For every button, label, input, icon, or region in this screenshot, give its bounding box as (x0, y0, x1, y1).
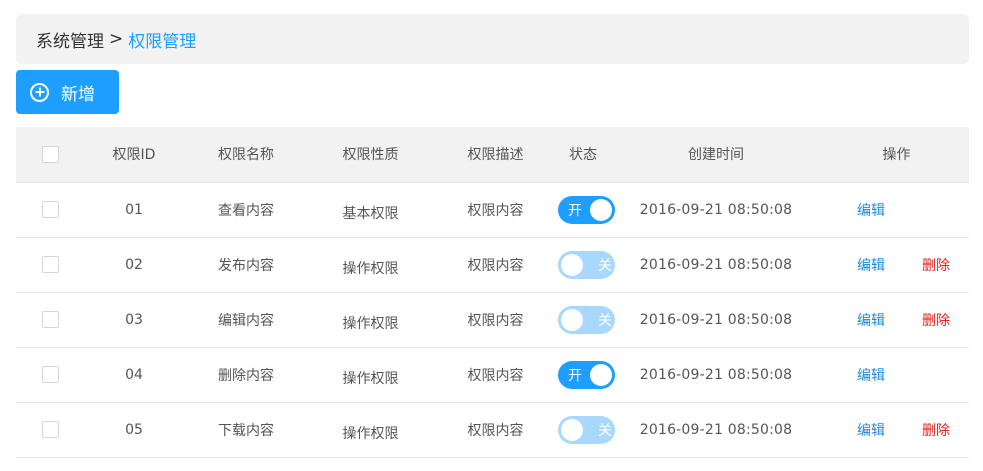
row-checkbox[interactable] (41, 311, 59, 328)
delete-link[interactable]: 删除 (922, 255, 950, 275)
row-checkbox[interactable] (41, 256, 59, 273)
edit-link[interactable]: 编辑 (857, 310, 885, 330)
status-toggle[interactable]: 关 (558, 250, 615, 279)
status-toggle-label: 关 (598, 422, 612, 439)
cell-nature: 操作权限 (342, 260, 399, 277)
cell-ops: 编辑 删除 (824, 402, 969, 458)
column-header-name: 权限名称 (184, 127, 308, 183)
table-row: 04 删除内容 操作权限 权限内容 开 2016-09-21 08:50:08 … (16, 347, 969, 403)
cell-id: 02 (84, 237, 184, 293)
cell-nature-wrap: 操作权限 (308, 347, 433, 403)
cell-name: 编辑内容 (184, 292, 308, 348)
status-toggle-label: 关 (598, 312, 612, 329)
cell-created: 2016-09-21 08:50:08 (608, 237, 824, 293)
cell-created: 2016-09-21 08:50:08 (608, 182, 824, 238)
add-button-label: 新增 (61, 84, 95, 105)
toggle-knob (561, 253, 583, 276)
cell-ops: 编辑 删除 (824, 237, 969, 293)
column-header-nature: 权限性质 (308, 127, 433, 183)
column-header-id: 权限ID (84, 127, 184, 183)
toggle-knob (561, 308, 583, 331)
status-toggle-label: 开 (568, 202, 582, 219)
cell-ops: 编辑 (824, 347, 969, 403)
select-all-column (16, 127, 84, 183)
permission-table: 权限ID 权限名称 权限性质 权限描述 状态 创建时间 操作 01 查看内容 基… (16, 127, 969, 458)
edit-link[interactable]: 编辑 (857, 255, 885, 275)
cell-nature-wrap: 基本权限 (308, 182, 433, 238)
cell-id: 03 (84, 292, 184, 348)
breadcrumb-current: 权限管理 (128, 31, 197, 52)
row-checkbox[interactable] (41, 421, 59, 438)
table-row: 02 发布内容 操作权限 权限内容 关 2016-09-21 08:50:08 … (16, 237, 969, 293)
edit-link[interactable]: 编辑 (857, 200, 885, 220)
cell-created: 2016-09-21 08:50:08 (608, 292, 824, 348)
cell-name: 发布内容 (184, 237, 308, 293)
column-header-desc: 权限描述 (433, 127, 558, 183)
cell-desc: 权限内容 (433, 237, 558, 293)
cell-nature: 基本权限 (342, 205, 399, 222)
table-header-row: 权限ID 权限名称 权限性质 权限描述 状态 创建时间 操作 (16, 127, 969, 183)
edit-link[interactable]: 编辑 (857, 365, 885, 385)
column-header-ops: 操作 (824, 127, 969, 183)
column-header-status: 状态 (558, 127, 608, 183)
cell-desc: 权限内容 (433, 402, 558, 458)
cell-nature-wrap: 操作权限 (308, 402, 433, 458)
breadcrumb: 系统管理 > 权限管理 (16, 14, 969, 64)
status-toggle-label: 关 (598, 257, 612, 274)
cell-created: 2016-09-21 08:50:08 (608, 402, 824, 458)
edit-link[interactable]: 编辑 (857, 420, 885, 440)
cell-ops: 编辑 删除 (824, 292, 969, 348)
plus-circle-icon (30, 82, 49, 102)
cell-nature: 操作权限 (342, 370, 399, 387)
table-row: 01 查看内容 基本权限 权限内容 开 2016-09-21 08:50:08 … (16, 182, 969, 238)
add-button[interactable]: 新增 (16, 70, 119, 114)
cell-id: 05 (84, 402, 184, 458)
cell-desc: 权限内容 (433, 347, 558, 403)
cell-nature: 操作权限 (342, 425, 399, 442)
breadcrumb-separator: > (109, 29, 124, 49)
cell-created: 2016-09-21 08:50:08 (608, 347, 824, 403)
cell-name: 下载内容 (184, 402, 308, 458)
cell-desc: 权限内容 (433, 182, 558, 238)
status-toggle[interactable]: 开 (558, 195, 615, 224)
status-toggle[interactable]: 关 (558, 305, 615, 334)
table-row: 03 编辑内容 操作权限 权限内容 关 2016-09-21 08:50:08 … (16, 292, 969, 348)
table-row: 05 下载内容 操作权限 权限内容 关 2016-09-21 08:50:08 … (16, 402, 969, 458)
cell-id: 01 (84, 182, 184, 238)
row-checkbox[interactable] (41, 201, 59, 218)
toggle-knob (590, 363, 612, 386)
toggle-knob (561, 418, 583, 441)
breadcrumb-root[interactable]: 系统管理 (36, 27, 104, 52)
cell-nature: 操作权限 (342, 315, 399, 332)
cell-nature-wrap: 操作权限 (308, 292, 433, 348)
status-toggle-label: 开 (568, 367, 582, 384)
toggle-knob (590, 198, 612, 221)
select-all-checkbox[interactable] (41, 145, 59, 163)
row-checkbox[interactable] (41, 366, 59, 383)
cell-name: 删除内容 (184, 347, 308, 403)
column-header-created: 创建时间 (608, 127, 824, 183)
delete-link[interactable]: 删除 (922, 310, 950, 330)
cell-ops: 编辑 (824, 182, 969, 238)
status-toggle[interactable]: 关 (558, 415, 615, 444)
cell-nature-wrap: 操作权限 (308, 237, 433, 293)
cell-id: 04 (84, 347, 184, 403)
status-toggle[interactable]: 开 (558, 360, 615, 389)
delete-link[interactable]: 删除 (922, 420, 950, 440)
cell-name: 查看内容 (184, 182, 308, 238)
cell-desc: 权限内容 (433, 292, 558, 348)
